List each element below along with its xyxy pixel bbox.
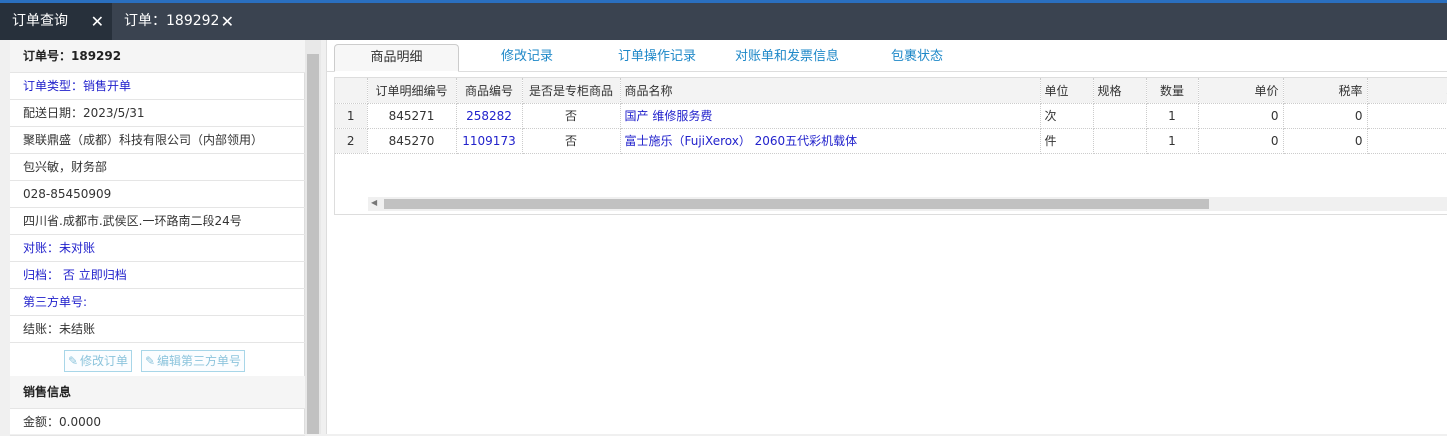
product-id-link[interactable]: 1109173	[456, 128, 523, 154]
archive-value: 否	[62, 268, 75, 282]
tax-rate: 0	[1283, 103, 1368, 129]
row-number: 2	[335, 128, 368, 154]
product-name-link[interactable]: 富士施乐（FujiXerox） 2060五代彩机载体	[620, 128, 1041, 154]
tab-statement-invoice[interactable]: 对账单和发票信息	[727, 44, 847, 72]
col-header-detail-id[interactable]: 订单明细编号	[367, 78, 457, 104]
col-header-rownum	[335, 78, 368, 104]
table-row[interactable]: 1 845271 258282 否 国产 维修服务费 次 1 0 0 0	[335, 103, 1447, 129]
spec	[1093, 128, 1147, 154]
counter-flag: 否	[522, 103, 621, 129]
archive-status: 归档： 否 立即归档	[10, 262, 305, 289]
contact-person: 包兴敏，财务部	[10, 154, 305, 181]
settlement-status: 结账：未结账	[10, 316, 305, 343]
order-number-header: 订单号：189292	[10, 40, 305, 73]
spec	[1093, 103, 1147, 129]
detail-tabs: 商品明细 修改记录 订单操作记录 对账单和发票信息 包裹状态	[327, 40, 1447, 72]
scrollbar-thumb[interactable]	[307, 54, 319, 434]
order-info-panel: 订单号：189292 订单类型：销售开单 配送日期：2023/5/31 聚联鼎盛…	[10, 40, 305, 436]
tab-bar: 订单查询 ✕ 订单：189292 ✕	[0, 3, 1447, 40]
tax-amount: 0	[1367, 128, 1447, 154]
table-row[interactable]: 2 845270 1109173 否 富士施乐（FujiXerox） 2060五…	[335, 128, 1447, 154]
close-icon[interactable]: ✕	[91, 3, 104, 40]
tab-label: 订单：189292	[124, 13, 220, 29]
unit: 次	[1040, 103, 1094, 129]
order-type: 订单类型：销售开单	[10, 73, 305, 100]
product-id-link[interactable]: 258282	[456, 103, 523, 129]
tab-label: 订单查询	[12, 13, 68, 29]
col-header-price[interactable]: 单价	[1198, 78, 1284, 104]
product-grid: 订单明细编号 商品编号 是否是专柜商品 商品名称 单位 规格 数量 单价 税率 …	[334, 77, 1447, 215]
tax-amount: 0	[1367, 103, 1447, 129]
col-header-spec[interactable]: 规格	[1093, 78, 1147, 104]
tab-operation-log[interactable]: 订单操作记录	[597, 44, 717, 72]
scroll-left-icon[interactable]: ◀	[371, 198, 377, 207]
sales-info-header: 销售信息	[10, 376, 305, 409]
scrollbar-thumb[interactable]	[384, 199, 1209, 209]
unit-price: 0	[1198, 128, 1284, 154]
col-header-counter[interactable]: 是否是专柜商品	[522, 78, 621, 104]
col-header-tax-rate[interactable]: 税率	[1283, 78, 1368, 104]
col-header-name[interactable]: 商品名称	[620, 78, 1041, 104]
counter-flag: 否	[522, 128, 621, 154]
action-buttons: ✎ 修改订单 ✎ 编辑第三方单号	[10, 347, 305, 375]
edit-icon: ✎	[145, 354, 156, 368]
quantity: 1	[1146, 103, 1199, 129]
archive-label: 归档：	[23, 268, 60, 282]
quantity: 1	[1146, 128, 1199, 154]
horizontal-scrollbar[interactable]: ◀	[368, 197, 1447, 211]
third-party-number: 第三方单号:	[10, 289, 305, 316]
tab-order-search[interactable]: 订单查询 ✕	[0, 3, 112, 40]
table-header-row: 订单明细编号 商品编号 是否是专柜商品 商品名称 单位 规格 数量 单价 税率 …	[335, 78, 1447, 104]
order-detail-main: 商品明细 修改记录 订单操作记录 对账单和发票信息 包裹状态 订单明细编号 商品…	[326, 40, 1447, 434]
edit-icon: ✎	[68, 354, 79, 368]
archive-now-link[interactable]: 立即归档	[79, 268, 127, 282]
tab-change-log[interactable]: 修改记录	[467, 44, 587, 72]
tab-product-details[interactable]: 商品明细	[334, 44, 459, 72]
detail-id: 845271	[367, 103, 457, 129]
close-icon[interactable]: ✕	[221, 3, 234, 40]
product-name-link[interactable]: 国产 维修服务费	[620, 103, 1041, 129]
edit-third-party-button[interactable]: ✎ 编辑第三方单号	[141, 350, 246, 372]
unit: 件	[1040, 128, 1094, 154]
tab-package-status[interactable]: 包裹状态	[857, 44, 977, 72]
address: 四川省.成都市.武侯区.一环路南二段24号	[10, 208, 305, 235]
col-header-unit[interactable]: 单位	[1040, 78, 1094, 104]
reconciliation-status: 对账：未对账	[10, 235, 305, 262]
company-name: 聚联鼎盛（成都）科技有限公司（内部领用）	[10, 127, 305, 154]
tab-order-detail[interactable]: 订单：189292 ✕	[112, 3, 242, 40]
unit-price: 0	[1198, 103, 1284, 129]
phone-number: 028-85450909	[10, 181, 305, 208]
col-header-qty[interactable]: 数量	[1146, 78, 1199, 104]
col-header-tax[interactable]: 税额	[1367, 78, 1447, 104]
edit-order-button[interactable]: ✎ 修改订单	[64, 350, 133, 372]
row-number: 1	[335, 103, 368, 129]
tax-rate: 0	[1283, 128, 1368, 154]
amount: 金额：0.0000	[10, 409, 305, 436]
detail-id: 845270	[367, 128, 457, 154]
col-header-product-id[interactable]: 商品编号	[456, 78, 523, 104]
delivery-date: 配送日期：2023/5/31	[10, 100, 305, 127]
product-table: 订单明细编号 商品编号 是否是专柜商品 商品名称 单位 规格 数量 单价 税率 …	[335, 78, 1447, 154]
left-panel-scrollbar[interactable]	[305, 40, 321, 434]
